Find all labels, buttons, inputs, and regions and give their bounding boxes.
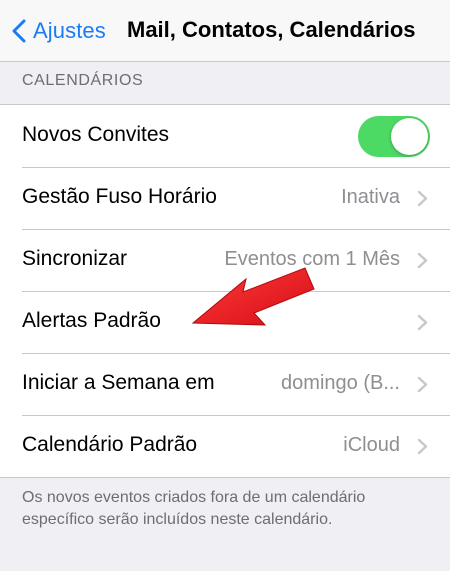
new-invitations-toggle[interactable] <box>358 116 430 157</box>
row-default-alerts[interactable]: Alertas Padrão <box>0 291 450 353</box>
chevron-right-icon <box>417 190 428 207</box>
section-footer: Os novos eventos criados fora de um cale… <box>22 489 366 528</box>
row-start-week-on[interactable]: Iniciar a Semana em domingo (B... <box>0 353 450 415</box>
row-timezone-support[interactable]: Gestão Fuso Horário Inativa <box>0 167 450 229</box>
row-label: Iniciar a Semana em <box>22 371 215 394</box>
page-title: Mail, Contatos, Calendários <box>127 17 416 42</box>
toggle-knob <box>391 118 428 155</box>
chevron-right-icon <box>417 252 428 269</box>
row-value: Eventos com 1 Mês <box>224 248 400 270</box>
row-label: Gestão Fuso Horário <box>22 185 217 208</box>
chevron-right-icon <box>417 376 428 393</box>
navigation-bar: Ajustes Mail, Contatos, Calendários <box>0 0 450 62</box>
row-default-calendar[interactable]: Calendário Padrão iCloud <box>0 415 450 477</box>
row-value: domingo (B... <box>281 372 400 394</box>
settings-group: Novos Convites Gestão Fuso Horário Inati… <box>0 104 450 478</box>
chevron-right-icon <box>417 438 428 455</box>
chevron-right-icon <box>417 314 428 331</box>
row-sync[interactable]: Sincronizar Eventos com 1 Mês <box>0 229 450 291</box>
back-button-label: Ajustes <box>33 18 106 43</box>
row-label: Calendário Padrão <box>22 433 198 456</box>
row-value: Inativa <box>341 186 400 208</box>
section-header: CALENDÁRIOS <box>22 72 144 89</box>
back-button[interactable]: Ajustes <box>12 16 106 46</box>
row-value: iCloud <box>343 434 400 456</box>
row-label: Alertas Padrão <box>22 309 161 332</box>
row-label: Sincronizar <box>22 247 128 270</box>
row-new-invitations: Novos Convites <box>0 105 450 167</box>
chevron-left-icon <box>12 19 26 43</box>
row-label: Novos Convites <box>22 123 170 146</box>
